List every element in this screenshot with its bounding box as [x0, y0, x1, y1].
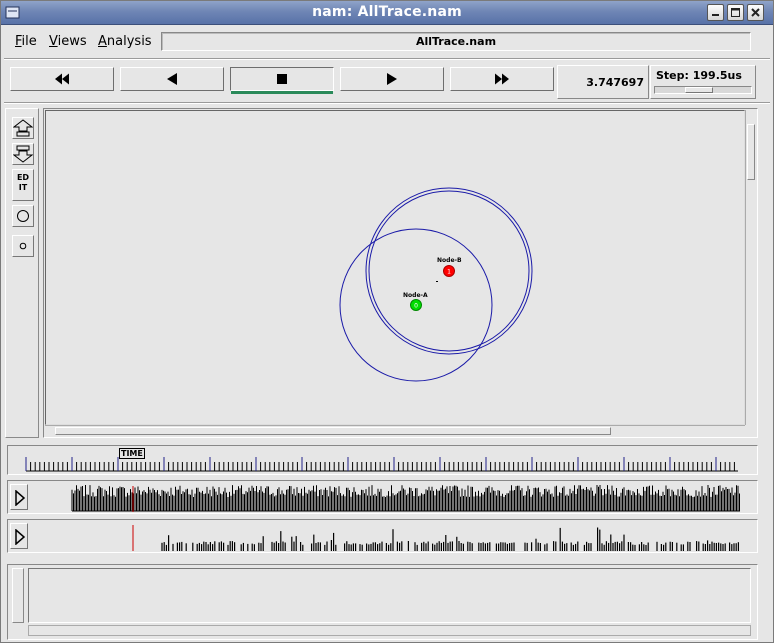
expand-arrow-icon [15, 529, 25, 545]
node-a[interactable]: 0 Node-A [403, 292, 428, 311]
current-time: 3.747697 [586, 76, 644, 89]
close-button[interactable] [747, 4, 764, 21]
stop-button[interactable] [230, 67, 334, 94]
monitor-graph-2 [132, 525, 740, 551]
time-ruler[interactable]: TIME [7, 445, 758, 475]
stop-icon [277, 74, 287, 84]
step-control: Step: 199.5us [650, 65, 756, 99]
play-forward-icon [387, 73, 397, 85]
monitor-strip-1 [7, 480, 758, 514]
packet-marker [436, 281, 438, 282]
menu-file[interactable]: File [15, 34, 37, 49]
fast-forward-icon [495, 73, 509, 85]
node-label: Node-B [437, 257, 462, 264]
node-label: Node-A [403, 292, 428, 299]
monitor-strip-2 [7, 519, 758, 553]
node-id: 1 [447, 269, 451, 276]
toolbar-separator [4, 102, 770, 104]
close-icon [751, 8, 760, 17]
small-circle-button[interactable] [12, 235, 34, 257]
step-label: Step: 199.5us [656, 69, 742, 82]
menu-analysis[interactable]: Analysis [98, 34, 152, 49]
maximize-icon [731, 8, 740, 17]
play-backward-icon [167, 73, 177, 85]
zoom-out-icon [13, 145, 33, 163]
canvas-vertical-scrollbar[interactable] [745, 110, 756, 425]
scroll-thumb[interactable] [55, 427, 611, 435]
maximize-button[interactable] [727, 4, 744, 21]
tool-column: ED IT [5, 108, 39, 438]
time-slider-label[interactable]: TIME [119, 448, 145, 459]
network-canvas[interactable]: 1 Node-B 0 Node-A [45, 110, 745, 425]
zoom-out-button[interactable] [12, 143, 34, 165]
trace-filename-field: AllTrace.nam [161, 32, 751, 51]
annotation-vertical-scrollbar[interactable] [12, 568, 24, 623]
time-display: 3.747697 [557, 65, 649, 99]
large-circle-button[interactable] [12, 205, 34, 227]
range-circles [339, 187, 533, 382]
expand-monitor-button[interactable] [10, 523, 28, 549]
node-b[interactable]: 1 Node-B [437, 257, 462, 277]
annotation-panel [7, 564, 758, 640]
play-forward-button[interactable] [340, 67, 444, 91]
play-backward-button[interactable] [120, 67, 224, 91]
minimize-button[interactable] [707, 4, 724, 21]
expand-arrow-icon [15, 490, 25, 506]
fast-rewind-icon [55, 73, 69, 85]
scroll-thumb[interactable] [747, 124, 755, 180]
menu-views[interactable]: Views [49, 34, 87, 49]
step-slider[interactable] [654, 86, 752, 94]
fast-forward-button[interactable] [450, 67, 554, 91]
annotation-horizontal-scrollbar[interactable] [28, 625, 751, 636]
nam-window: nam: AllTrace.nam File Views Analysis Al… [0, 0, 774, 643]
menu-separator [4, 58, 770, 60]
large-circle-icon [17, 210, 29, 222]
edit-button[interactable]: ED IT [12, 169, 34, 201]
zoom-in-icon [13, 119, 33, 137]
expand-monitor-button[interactable] [10, 484, 28, 510]
node-id: 0 [414, 303, 418, 310]
window-title: nam: AllTrace.nam [312, 4, 462, 20]
canvas-horizontal-scrollbar[interactable] [45, 425, 745, 436]
title-bar[interactable]: nam: AllTrace.nam [1, 1, 773, 25]
monitor-graph-1 [71, 485, 740, 512]
fast-rewind-button[interactable] [10, 67, 114, 91]
step-slider-thumb[interactable] [685, 87, 713, 93]
minimize-icon [712, 14, 719, 16]
zoom-in-button[interactable] [12, 117, 34, 139]
network-canvas-frame: 1 Node-B 0 Node-A [43, 108, 758, 438]
active-indicator [231, 91, 333, 94]
small-circle-icon [19, 242, 27, 250]
annotation-text-area[interactable] [28, 568, 751, 623]
